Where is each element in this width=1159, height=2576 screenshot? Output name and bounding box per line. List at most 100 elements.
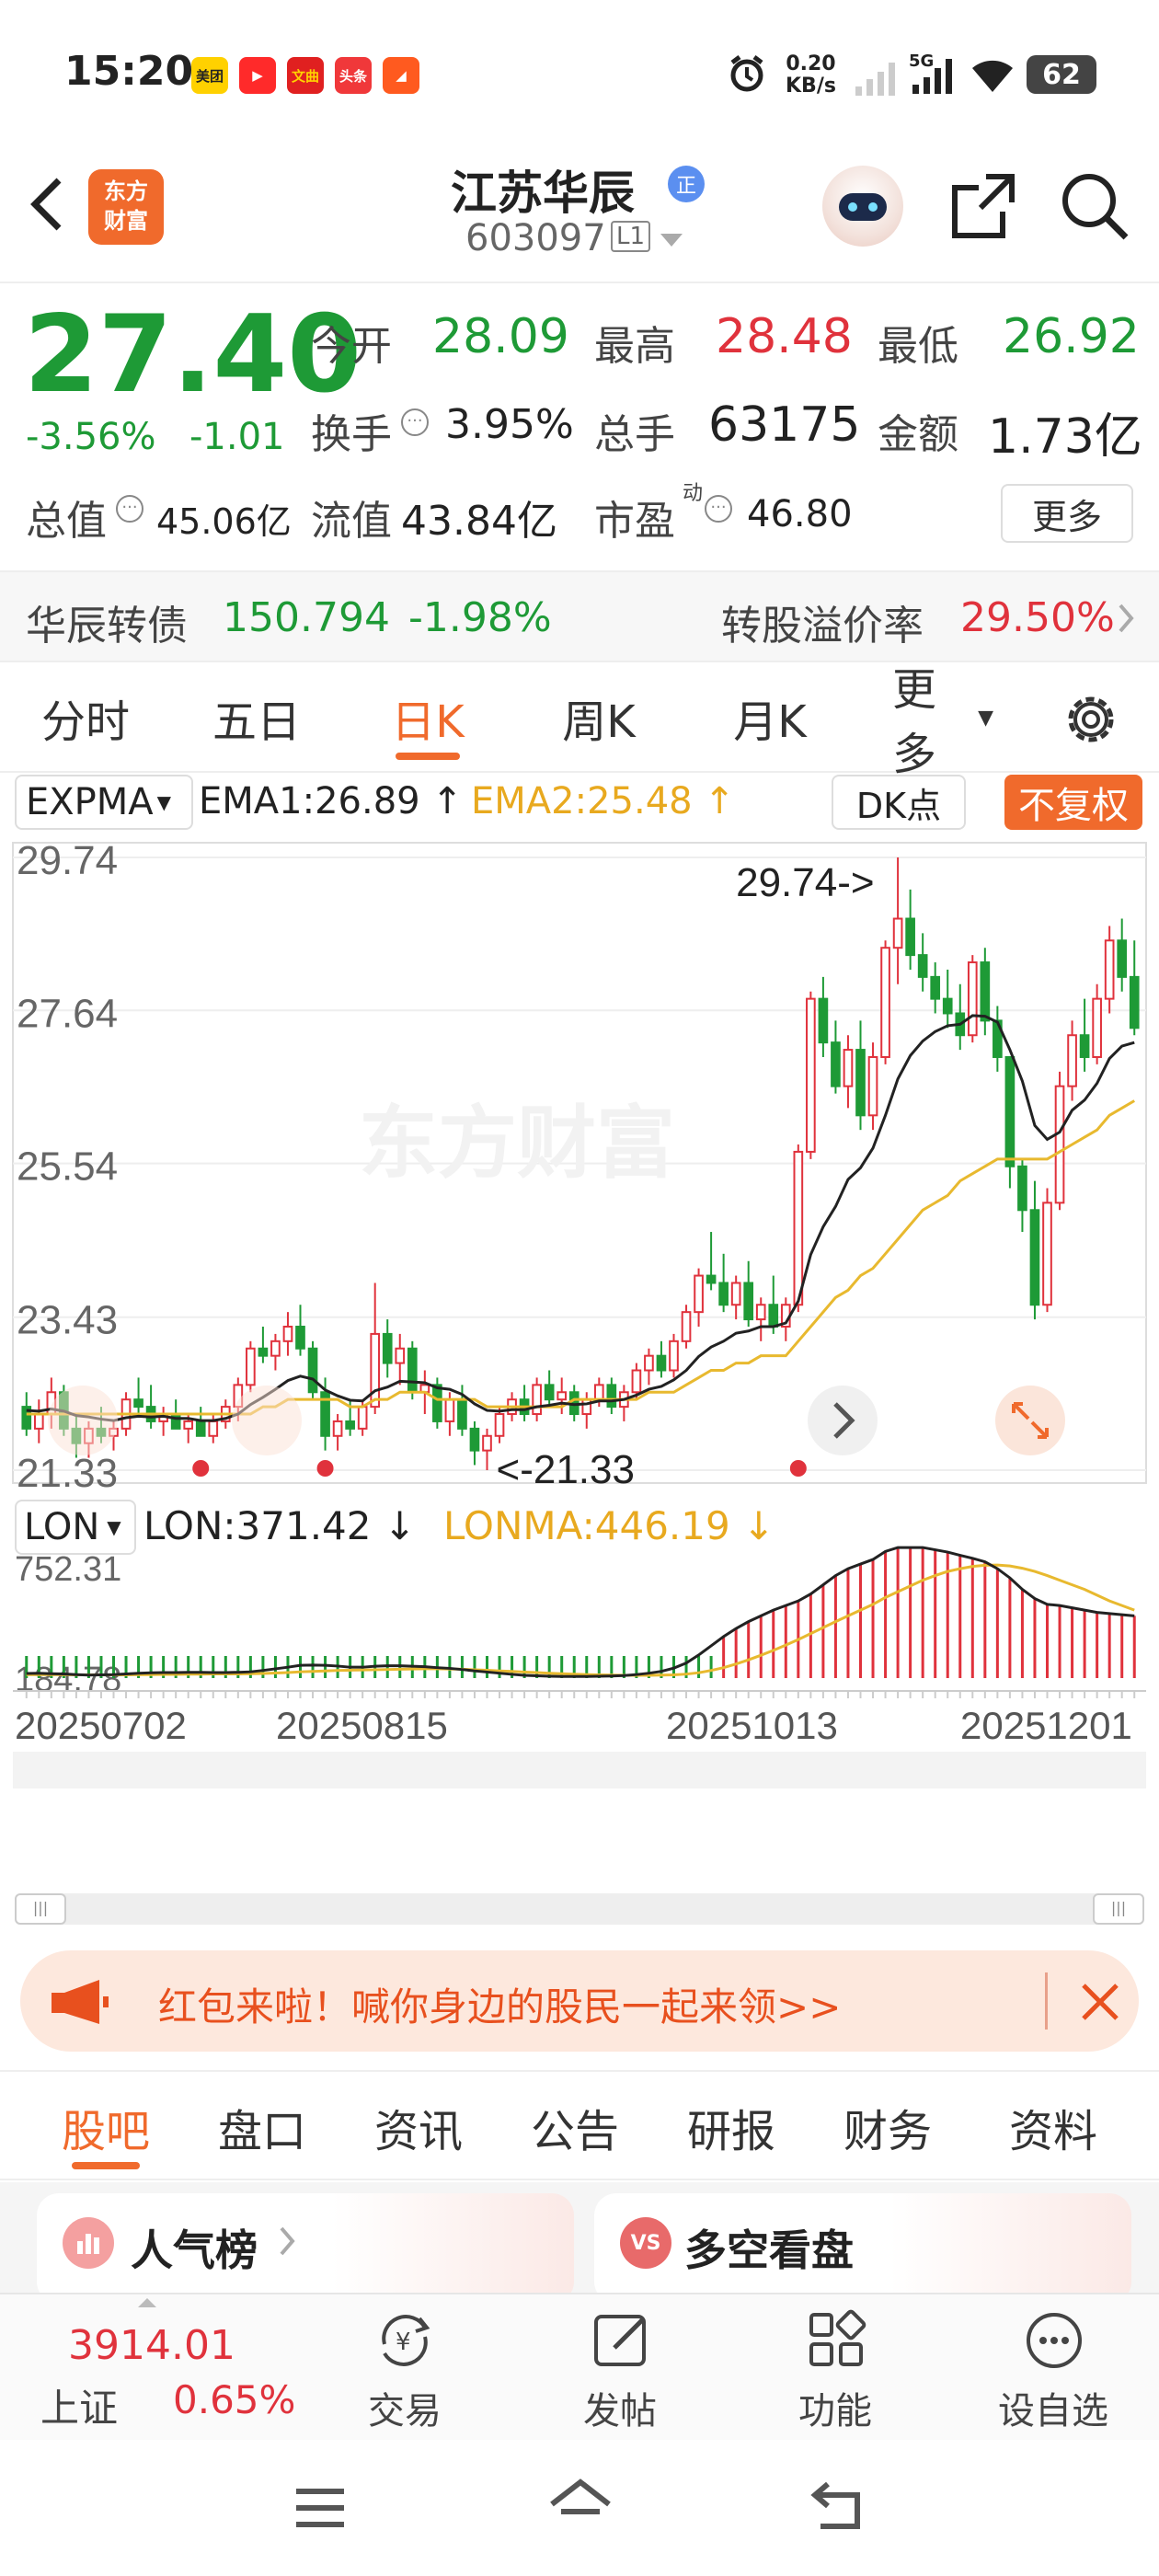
clock: 15:20	[64, 48, 194, 95]
popularity-card[interactable]: 人气榜	[37, 2193, 574, 2304]
tab-announcements[interactable]: 公告	[497, 2072, 653, 2182]
candle-up	[482, 1434, 492, 1452]
close-icon[interactable]	[1076, 1978, 1124, 2026]
chart-area: EXPMA ▼ EMA1:26.89 ↑ EMA2:25.48 ↑ DK点 不复权…	[0, 773, 1159, 1925]
stock-code: 603097	[465, 217, 606, 259]
index-ticker[interactable]: 3914.01 上证 0.65%	[0, 2294, 304, 2442]
candle-up	[532, 1384, 542, 1416]
nav-label: 功能	[798, 2390, 872, 2432]
promo-text: 红包来啦！喊你身边的股民一起来领>>	[158, 1984, 842, 2030]
tab-intraday[interactable]: 分时	[0, 662, 171, 773]
candle-up	[644, 1354, 654, 1372]
candle-up	[694, 1274, 704, 1314]
scroll-handle-right[interactable]: |||	[1093, 1893, 1144, 1925]
nav-add-watchlist[interactable]: 设自选	[975, 2294, 1131, 2442]
search-icon[interactable]	[1058, 169, 1131, 243]
tab-more[interactable]: 更多 ▼	[855, 662, 993, 780]
y-tick-label: 27.64	[17, 991, 118, 1036]
promo-banner[interactable]: 红包来啦！喊你身边的股民一起来领>>	[20, 1950, 1139, 2052]
candle-up	[669, 1340, 679, 1372]
candle-down	[743, 1282, 754, 1321]
y-tick-label: 21.33	[17, 1451, 118, 1496]
tab-monthly-k[interactable]: 月K	[684, 662, 855, 773]
adjust-button[interactable]: 不复权	[1004, 775, 1142, 830]
change-percent: -3.56%	[26, 416, 156, 458]
candle-up	[370, 1332, 381, 1409]
watermark-text: 东方财富	[359, 1098, 675, 1190]
nav-trade[interactable]: ¥ 交易	[340, 2294, 469, 2442]
candle-up	[494, 1413, 505, 1437]
candle-up	[332, 1420, 343, 1437]
scroll-handle-left[interactable]: |||	[15, 1893, 66, 1925]
candle-up	[1092, 997, 1102, 1058]
convertible-bond-bar[interactable]: 华辰转债 150.794 -1.98% 转股溢价率 29.50%	[0, 570, 1159, 662]
menu-icon[interactable]	[291, 2480, 350, 2536]
tab-pankou[interactable]: 盘口	[184, 2072, 340, 2182]
kline-chart[interactable]: 29.74 27.64 25.54 23.43 21.33 东方财富 29.74-> <-21…	[0, 839, 1159, 1803]
volume-label: 总手	[594, 411, 675, 458]
candle-up	[246, 1347, 256, 1386]
info-icon[interactable]: ···	[705, 495, 732, 523]
app-notification-icon: 美团	[191, 57, 228, 94]
candle-up	[395, 1347, 406, 1364]
stock-name: 江苏华辰	[451, 167, 635, 220]
chart-footer-band	[13, 1752, 1146, 1788]
info-icon[interactable]: ···	[116, 495, 143, 523]
share-icon[interactable]	[947, 169, 1021, 243]
back-nav-icon[interactable]	[806, 2477, 868, 2536]
dk-point-button[interactable]: DK点	[832, 775, 966, 830]
long-short-card[interactable]: VS 多空看盘	[594, 2193, 1131, 2304]
sub-indicator-select[interactable]: LON ▼	[15, 1500, 136, 1555]
candle-down	[768, 1304, 779, 1328]
tab-research[interactable]: 研报	[653, 2072, 809, 2182]
chevron-down-icon[interactable]	[660, 234, 683, 247]
tab-five-day[interactable]: 五日	[171, 662, 342, 773]
candle-up	[1042, 1202, 1052, 1306]
info-icon[interactable]: ···	[401, 408, 429, 436]
tab-finance[interactable]: 财务	[809, 2072, 966, 2182]
volume-value: 63175	[708, 397, 861, 453]
nav-functions[interactable]: 功能	[771, 2294, 900, 2442]
level-badge[interactable]: L1	[611, 221, 651, 252]
y-tick-label: 23.43	[17, 1298, 118, 1343]
chevron-right-icon	[1115, 600, 1137, 637]
tab-news[interactable]: 资讯	[340, 2072, 497, 2182]
candle-down	[1129, 975, 1140, 1029]
mcap-label: 总值	[26, 498, 107, 545]
open-label: 今开	[311, 323, 392, 370]
active-tab-indicator	[72, 2162, 140, 2169]
app-notification-icon: ▶	[239, 57, 276, 94]
main-indicator-select[interactable]: EXPMA ▼	[15, 775, 193, 830]
lonma-legend: LONMA:446.19 ↓	[443, 1503, 775, 1548]
popularity-title: 人气榜	[131, 2225, 258, 2275]
candle-up	[357, 1406, 368, 1430]
candle-up	[1054, 1085, 1065, 1204]
candle-up	[282, 1325, 293, 1342]
candle-down	[1004, 1055, 1016, 1167]
more-button[interactable]: 更多	[1001, 484, 1133, 543]
candle-up	[755, 1304, 766, 1321]
candle-down	[855, 1049, 866, 1117]
chart-range-scrollbar[interactable]: ||| |||	[15, 1893, 1144, 1925]
candle-down	[606, 1384, 617, 1409]
eastmoney-logo[interactable]: 东方 财富	[88, 169, 164, 245]
tab-profile[interactable]: 资料	[966, 2072, 1141, 2182]
ai-assistant-icon[interactable]	[822, 166, 903, 247]
tab-weekly-k[interactable]: 周K	[513, 662, 684, 773]
gear-icon[interactable]	[1061, 690, 1120, 749]
signal-weak-icon	[854, 59, 898, 96]
back-button[interactable]	[24, 175, 70, 234]
caret-up-icon	[138, 2298, 156, 2307]
candle-up	[33, 1413, 44, 1430]
candle-down	[432, 1384, 442, 1422]
candle-up	[730, 1282, 741, 1306]
home-icon[interactable]	[546, 2475, 614, 2537]
low-label: 最低	[878, 323, 958, 370]
high-label: 最高	[594, 323, 675, 370]
nav-post[interactable]: 发帖	[556, 2294, 684, 2442]
candle-up	[557, 1391, 568, 1401]
candle-up	[867, 1055, 878, 1117]
wifi-icon	[970, 55, 1016, 96]
low-value: 26.92	[1003, 309, 1140, 364]
chevron-right-icon	[278, 2223, 296, 2260]
